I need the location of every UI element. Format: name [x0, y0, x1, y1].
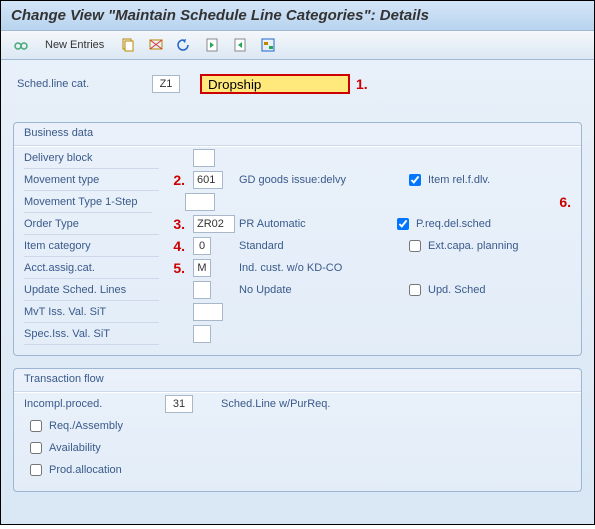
item-rel-checkbox[interactable] — [409, 174, 421, 186]
next-button[interactable] — [230, 35, 250, 55]
acct-assig-label: Acct.assig.cat. — [24, 257, 159, 279]
annotation-4: 4. — [165, 238, 185, 254]
prod-allocation-checkbox[interactable] — [30, 464, 42, 476]
ext-capa-checkbox[interactable] — [409, 240, 421, 252]
mvt-iss-field[interactable] — [193, 303, 223, 321]
delivery-block-field[interactable] — [193, 149, 215, 167]
preq-label: P.req.del.sched — [416, 218, 491, 230]
movement-type-1step-field[interactable] — [185, 193, 215, 211]
req-assembly-label: Req./Assembly — [49, 420, 123, 432]
update-sched-field[interactable] — [193, 281, 211, 299]
acct-assig-desc: Ind. cust. w/o KD-CO — [239, 262, 379, 274]
prod-allocation-label: Prod.allocation — [49, 464, 122, 476]
acct-assig-field[interactable] — [193, 259, 211, 277]
upd-sched-label: Upd. Sched — [428, 284, 485, 296]
incompl-label: Incompl.proced. — [24, 398, 159, 410]
sched-line-desc-field[interactable] — [200, 74, 350, 94]
prev-icon — [204, 37, 220, 53]
prev-button[interactable] — [202, 35, 222, 55]
item-rel-label: Item rel.f.dlv. — [428, 174, 490, 186]
layout-icon — [260, 37, 276, 53]
transaction-flow-title: Transaction flow — [14, 369, 581, 391]
upd-sched-checkbox[interactable] — [409, 284, 421, 296]
annotation-3: 3. — [165, 216, 185, 232]
window-title: Change View "Maintain Schedule Line Cate… — [11, 7, 429, 24]
spec-iss-label: Spec.Iss. Val. SiT — [24, 323, 159, 345]
delivery-block-label: Delivery block — [24, 147, 159, 169]
sched-line-cat-field[interactable] — [152, 75, 180, 93]
toolbar: New Entries — [1, 31, 594, 60]
movement-type-label: Movement type — [24, 169, 159, 191]
header-row: Sched.line cat. 1. — [13, 70, 582, 108]
incompl-desc: Sched.Line w/PurReq. — [221, 398, 361, 410]
content-area: Sched.line cat. 1. Business data Deliver… — [1, 60, 594, 524]
update-sched-label: Update Sched. Lines — [24, 279, 159, 301]
undo-icon — [176, 37, 192, 53]
order-type-field[interactable] — [193, 215, 235, 233]
sched-line-cat-label: Sched.line cat. — [17, 78, 152, 90]
item-category-label: Item category — [24, 235, 159, 257]
sap-window: Change View "Maintain Schedule Line Cate… — [0, 0, 595, 525]
copy-icon — [120, 37, 136, 53]
delete-icon — [148, 37, 164, 53]
title-bar: Change View "Maintain Schedule Line Cate… — [1, 1, 594, 31]
incompl-field[interactable] — [165, 395, 193, 413]
business-data-group: Business data Delivery block Movement ty… — [13, 122, 582, 356]
item-category-desc: Standard — [239, 240, 379, 252]
copy-button[interactable] — [118, 35, 138, 55]
item-category-field[interactable] — [193, 237, 211, 255]
next-icon — [232, 37, 248, 53]
delete-button[interactable] — [146, 35, 166, 55]
business-data-title: Business data — [14, 123, 581, 145]
undo-button[interactable] — [174, 35, 194, 55]
annotation-6: 6. — [559, 194, 571, 210]
ext-capa-label: Ext.capa. planning — [428, 240, 519, 252]
annotation-5: 5. — [165, 260, 185, 276]
availability-checkbox[interactable] — [30, 442, 42, 454]
preq-checkbox[interactable] — [397, 218, 409, 230]
transaction-flow-group: Transaction flow Incompl.proced. Sched.L… — [13, 368, 582, 492]
order-type-desc: PR Automatic — [239, 218, 379, 230]
order-type-label: Order Type — [24, 213, 159, 235]
movement-type-1step-label: Movement Type 1-Step — [24, 191, 152, 213]
movement-type-field[interactable] — [193, 171, 223, 189]
req-assembly-checkbox[interactable] — [30, 420, 42, 432]
toggle-button[interactable] — [11, 35, 31, 55]
annotation-2: 2. — [165, 172, 185, 188]
annotation-1: 1. — [356, 76, 368, 92]
update-sched-desc: No Update — [239, 284, 379, 296]
glasses-icon — [13, 37, 29, 53]
spec-iss-field[interactable] — [193, 325, 211, 343]
other-button[interactable] — [258, 35, 278, 55]
availability-label: Availability — [49, 442, 101, 454]
movement-type-desc: GD goods issue:delvy — [239, 174, 379, 186]
new-entries-button[interactable]: New Entries — [39, 37, 110, 53]
mvt-iss-label: MvT Iss. Val. SiT — [24, 301, 159, 323]
